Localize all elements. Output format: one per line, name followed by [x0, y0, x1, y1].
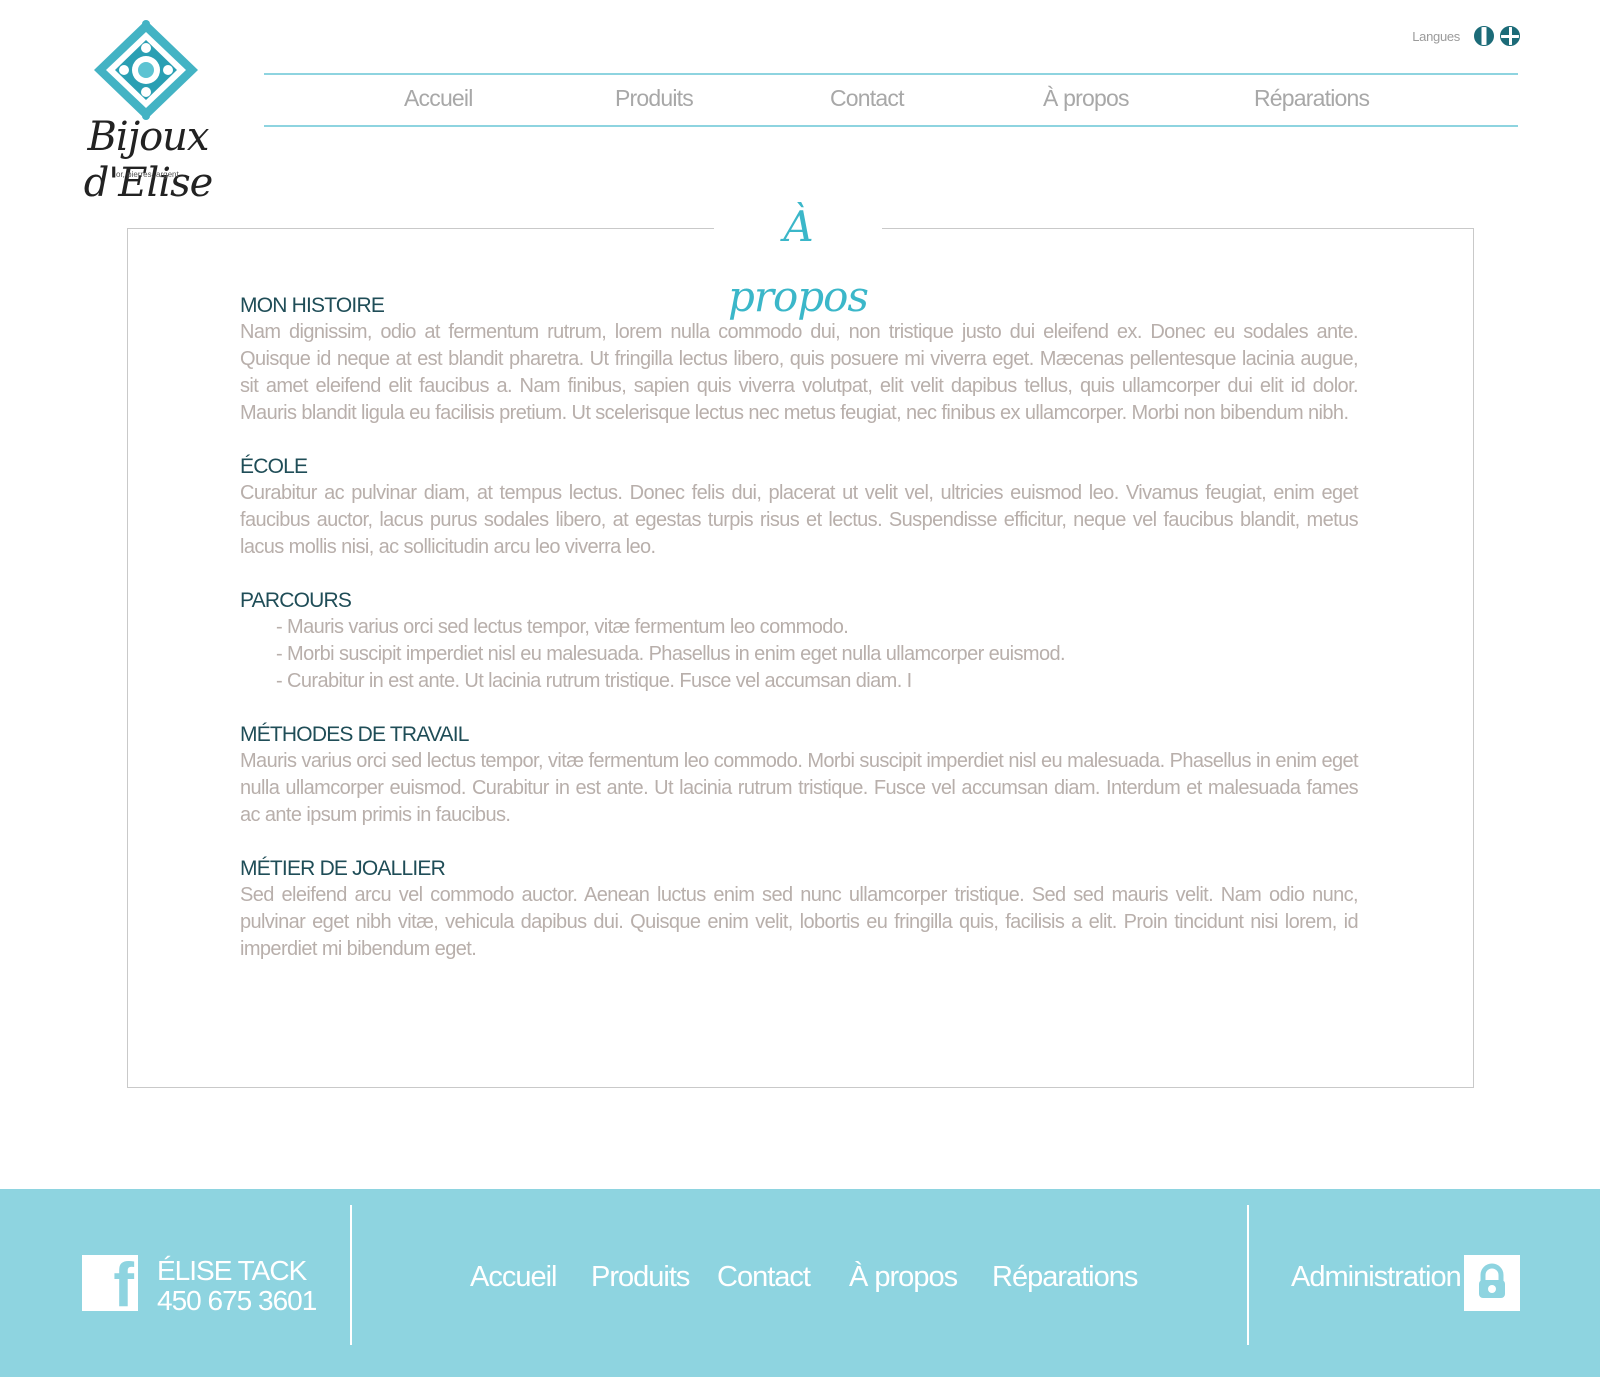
nav-item-reparations[interactable]: Réparations — [1254, 85, 1370, 112]
uk-flag-icon[interactable] — [1500, 26, 1520, 46]
section-heading: ÉCOLE — [240, 455, 308, 478]
contact-name: ÉLISE TACK — [157, 1255, 307, 1286]
section-heading: PARCOURS — [240, 589, 352, 612]
nav-item-accueil[interactable]: Accueil — [404, 85, 473, 112]
section-text: Sed eleifend arcu vel commodo auctor. Ae… — [240, 884, 1359, 960]
list-item: - Morbi suscipit imperdiet nisl eu males… — [276, 643, 1066, 665]
section-heading: MON HISTOIRE — [240, 294, 385, 317]
nav-item-contact[interactable]: Contact — [830, 85, 904, 112]
language-switcher: Langues — [1412, 26, 1520, 46]
section-parcours: PARCOURS - Mauris varius orci sed lectus… — [240, 587, 1358, 695]
list-item: - Mauris varius orci sed lectus tempor, … — [276, 616, 849, 638]
nav-item-a-propos[interactable]: À propos — [1043, 85, 1129, 112]
admin-link[interactable]: Administration — [1291, 1261, 1462, 1294]
nav-item-produits[interactable]: Produits — [615, 85, 694, 112]
section-methodes: MÉTHODES DE TRAVAIL Mauris varius orci s… — [240, 721, 1359, 829]
main-nav: Accueil Produits Contact À propos Répara… — [264, 73, 1518, 127]
ornament-logo-icon — [94, 20, 198, 120]
site-logo[interactable]: Bijoux d'Elise or, pierres, argent — [56, 18, 236, 206]
section-text: Curabitur ac pulvinar diam, at tempus le… — [240, 482, 1359, 558]
list-item: - Curabitur in est ante. Ut lacinia rutr… — [276, 670, 912, 692]
fr-flag-icon[interactable] — [1474, 26, 1494, 46]
footer-nav-accueil[interactable]: Accueil — [470, 1261, 557, 1294]
section-text: Mauris varius orci sed lectus tempor, vi… — [240, 750, 1359, 826]
brand-tagline: or, pierres, argent — [116, 170, 179, 179]
language-label: Langues — [1412, 28, 1460, 44]
facebook-icon[interactable]: f — [82, 1255, 138, 1317]
section-text: Nam dignissim, odio at fermentum rutrum,… — [240, 321, 1359, 424]
footer-nav-a-propos[interactable]: À propos — [849, 1261, 958, 1294]
section-ecole: ÉCOLE Curabitur ac pulvinar diam, at tem… — [240, 453, 1359, 561]
footer-nav-contact[interactable]: Contact — [717, 1261, 811, 1294]
section-heading: MÉTHODES DE TRAVAIL — [240, 723, 469, 746]
section-heading: MÉTIER DE JOALLIER — [240, 857, 446, 880]
lock-icon[interactable] — [1464, 1255, 1520, 1311]
about-content: MON HISTOIRE Nam dignissim, odio at ferm… — [240, 292, 1359, 989]
footer-divider — [1247, 1205, 1249, 1345]
site-footer: f ÉLISE TACK 450 675 3601 Accueil Produi… — [0, 1189, 1600, 1377]
contact-phone: 450 675 3601 — [157, 1285, 317, 1316]
footer-nav-produits[interactable]: Produits — [591, 1261, 690, 1294]
lock-glyph-icon — [1479, 1263, 1505, 1298]
section-mon-histoire: MON HISTOIRE Nam dignissim, odio at ferm… — [240, 292, 1359, 427]
footer-nav-reparations[interactable]: Réparations — [992, 1261, 1138, 1294]
section-metier: MÉTIER DE JOALLIER Sed eleifend arcu vel… — [240, 855, 1359, 963]
footer-divider — [350, 1205, 352, 1345]
page-title: À propos — [714, 192, 882, 321]
parcours-list: - Mauris varius orci sed lectus tempor, … — [240, 614, 1358, 695]
brand-name: Bijoux d'Elise — [83, 114, 214, 206]
